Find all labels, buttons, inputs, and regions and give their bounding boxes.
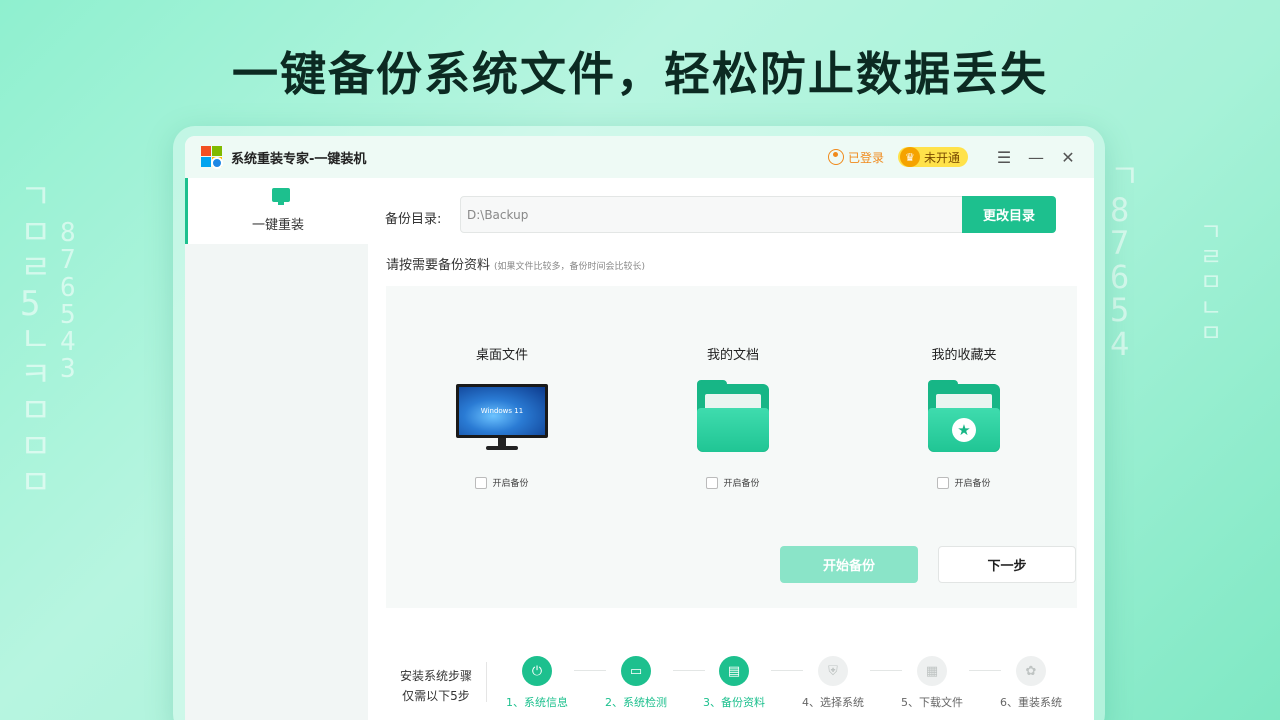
grid-icon: ✿ xyxy=(1016,656,1046,686)
documents-backup-checkbox[interactable]: 开启备份 xyxy=(653,476,813,489)
minimize-icon: — xyxy=(1028,147,1044,167)
steps-label: 安装系统步骤 仅需以下5步 xyxy=(396,666,476,706)
select-hint: (如果文件比较多，备份时间会比较长) xyxy=(494,262,646,272)
matrix-decoration-right-2: ㄱ ㄹ ㅁ ㄴ ㅁ xyxy=(1200,218,1223,347)
sidebar: 一键重装 xyxy=(185,178,368,720)
backup-dir-input[interactable] xyxy=(460,196,964,233)
matrix-decoration-left-2: 8 7 6 5 4 3 xyxy=(60,218,76,385)
backup-options-panel: 桌面文件 Windows 11 开启备份 我的文档 开启备份 我的收藏夹 ★ 开… xyxy=(386,286,1077,608)
vip-label: 未开通 xyxy=(923,150,960,165)
card-title: 我的文档 xyxy=(706,348,759,363)
steps-label-line1: 安装系统步骤 xyxy=(399,669,472,683)
main-content: 备份目录: 更改目录 请按需要备份资料(如果文件比较多，备份时间会比较长) 桌面… xyxy=(368,178,1094,720)
checkbox-box[interactable] xyxy=(706,476,719,489)
matrix-decoration-left: ㄱ ㅁ ㄹ 5 ㄴ ㅋ ㅁ ㅁ ㅁ xyxy=(20,177,52,503)
shield-icon: ⛨ xyxy=(818,656,848,686)
close-button[interactable]: ✕ xyxy=(1054,143,1082,171)
favorites-backup-checkbox[interactable]: 开启备份 xyxy=(884,476,1044,489)
step-label: 6、重装系统 xyxy=(1000,696,1062,709)
star-folder-icon: ★ xyxy=(928,380,1000,452)
step-backup: ▤ 3、备份资料 xyxy=(699,656,769,710)
step-select-system: ⛨ 4、选择系统 xyxy=(798,656,868,710)
backup-dir-label: 备份目录: xyxy=(385,212,442,227)
screen-text: Windows 11 xyxy=(459,387,545,435)
step-system-info: ⏻ 1、系统信息 xyxy=(502,656,572,710)
select-label-text: 请按需要备份资料 xyxy=(386,258,491,273)
card-title: 我的收藏夹 xyxy=(931,348,997,363)
login-status[interactable]: 已登录 xyxy=(827,149,884,166)
next-step-button[interactable]: 下一步 xyxy=(938,546,1076,583)
change-dir-button[interactable]: 更改目录 xyxy=(962,196,1056,233)
user-icon xyxy=(827,149,844,165)
step-label: 1、系统信息 xyxy=(506,696,568,709)
login-label: 已登录 xyxy=(847,150,884,165)
monitor-icon xyxy=(272,188,290,205)
page-headline: 一键备份系统文件，轻松防止数据丢失 xyxy=(232,47,1048,101)
menu-button[interactable]: ☰ xyxy=(990,143,1018,171)
checkbox-label: 开启备份 xyxy=(492,479,529,489)
title-bar: 系统重装专家-一键装机 已登录 ♛ 未开通 ☰ — ✕ xyxy=(185,136,1094,178)
checkbox-box[interactable] xyxy=(937,476,950,489)
step-label: 2、系统检测 xyxy=(605,696,667,709)
star-icon: ★ xyxy=(952,418,976,442)
step-label: 4、选择系统 xyxy=(802,696,864,709)
steps-label-line2: 仅需以下5步 xyxy=(402,689,470,703)
step-reinstall: ✿ 6、重装系统 xyxy=(996,656,1066,710)
card-title: 桌面文件 xyxy=(475,348,528,363)
desktop-backup-checkbox[interactable]: 开启备份 xyxy=(422,476,582,489)
monitor-icon: ▭ xyxy=(621,656,651,686)
power-icon: ⏻ xyxy=(522,656,552,686)
app-logo-icon xyxy=(201,146,223,169)
app-title: 系统重装专家-一键装机 xyxy=(231,151,367,167)
steps-divider xyxy=(486,662,487,702)
checkbox-label: 开启备份 xyxy=(954,479,991,489)
checkbox-box[interactable] xyxy=(475,476,488,489)
minimize-button[interactable]: — xyxy=(1022,143,1050,171)
start-backup-button[interactable]: 开始备份 xyxy=(780,546,918,583)
step-system-check: ▭ 2、系统检测 xyxy=(601,656,671,710)
file-icon: ▦ xyxy=(917,656,947,686)
app-window: 系统重装专家-一键装机 已登录 ♛ 未开通 ☰ — ✕ 一键重装 备份目录: 更… xyxy=(185,136,1094,720)
crown-icon: ♛ xyxy=(899,147,920,167)
step-label: 5、下载文件 xyxy=(901,696,963,709)
checkbox-label: 开启备份 xyxy=(723,479,760,489)
desktop-monitor-icon: Windows 11 xyxy=(456,384,548,452)
folder-icon xyxy=(697,380,769,452)
step-label: 3、备份资料 xyxy=(703,696,765,709)
drive-icon: ▤ xyxy=(719,656,749,686)
sidebar-item-label: 一键重装 xyxy=(251,218,304,233)
close-icon: ✕ xyxy=(1061,147,1075,167)
vip-badge[interactable]: ♛ 未开通 xyxy=(897,147,968,167)
select-label: 请按需要备份资料 (如果文件比较多，备份时间会比较长) xyxy=(386,254,645,273)
sidebar-item-one-click-reinstall[interactable]: 一键重装 xyxy=(185,178,368,244)
step-download: ▦ 5、下载文件 xyxy=(897,656,967,710)
hamburger-icon: ☰ xyxy=(996,147,1012,167)
matrix-decoration-right: ㄱ 8 7 6 5 4 xyxy=(1110,157,1140,363)
